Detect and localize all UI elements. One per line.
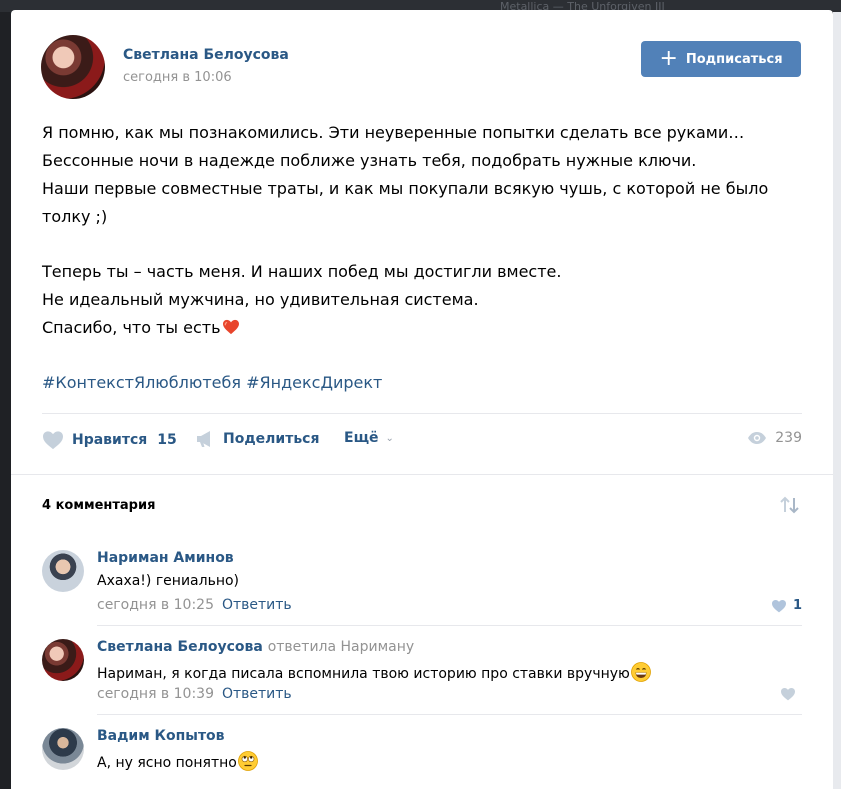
sort-order-icon[interactable]: [779, 495, 801, 515]
comment-item: Нариман Аминов Ахаха!) гениально) сегодн…: [42, 550, 802, 625]
post-modal: Светлана Белоусова сегодня в 10:06 + Под…: [11, 10, 833, 789]
more-label: Ещё: [344, 430, 379, 446]
comment-author[interactable]: Вадим Копытов: [97, 728, 225, 744]
comment-time[interactable]: сегодня в 10:25: [97, 597, 214, 613]
hashtags: #КонтекстЯлюблютебя #ЯндексДирект: [42, 373, 382, 392]
post-line: Наши первые совместные траты, и как мы п…: [42, 179, 769, 198]
like-button[interactable]: Нравится 15: [42, 430, 177, 450]
comment-text: Нариман, я когда писала вспомнила твою и…: [97, 666, 630, 682]
eye-icon: [748, 432, 767, 444]
comment-item: Светлана Белоусова ответила Нариману Нар…: [42, 639, 802, 714]
post-author-name[interactable]: Светлана Белоусова: [123, 47, 289, 63]
comment-text-line: А, ну ясно понятно: [97, 751, 258, 771]
heart-icon: [771, 599, 786, 612]
post-line-last: Спасибо, что ты есть: [42, 314, 812, 342]
heart-icon: [781, 687, 795, 701]
comment-author-line: Светлана Белоусова ответила Нариману: [97, 639, 414, 655]
share-label: Поделиться: [223, 431, 320, 447]
post-actions: Нравится 15 Поделиться Ещё ⌄ 239: [42, 430, 802, 458]
comment-item: Вадим Копытов А, ну ясно понятно: [42, 728, 802, 788]
post-line-text: Спасибо, что ты есть: [42, 318, 221, 337]
megaphone-icon: [197, 431, 210, 447]
comment-avatar[interactable]: [42, 550, 84, 592]
subscribe-button[interactable]: + Подписаться: [641, 41, 801, 77]
divider: [97, 714, 802, 715]
hashtag-link[interactable]: #КонтекстЯлюблютебя: [42, 373, 241, 392]
post-line: Теперь ты – часть меня. И наших побед мы…: [42, 262, 562, 281]
like-count: 15: [157, 432, 177, 448]
divider: [42, 413, 802, 414]
like-label: Нравится: [72, 432, 148, 448]
divider: [97, 625, 802, 626]
post-text: Я помню, как мы познакомились. Эти неуве…: [42, 119, 812, 342]
comment-meta: сегодня в 10:39 Ответить: [97, 686, 292, 702]
chevron-down-icon: ⌄: [385, 432, 394, 444]
share-button[interactable]: Поделиться: [195, 430, 319, 448]
comment-author[interactable]: Светлана Белоусова: [97, 639, 263, 655]
comment-text: Ахаха!) гениально): [97, 573, 240, 589]
post-time[interactable]: сегодня в 10:06: [123, 70, 232, 85]
grinning-emoji-icon: [630, 662, 651, 682]
heart-emoji-icon: [222, 319, 239, 335]
comment-time[interactable]: сегодня в 10:39: [97, 686, 214, 702]
views-counter: 239: [747, 430, 802, 446]
comment-meta: сегодня в 10:25 Ответить: [97, 597, 292, 613]
reply-button[interactable]: Ответить: [222, 686, 292, 702]
comment-like-count: 1: [792, 598, 802, 613]
comment-avatar[interactable]: [42, 639, 84, 681]
reply-to[interactable]: ответила Нариману: [268, 639, 415, 655]
comment-text: А, ну ясно понятно: [97, 755, 237, 771]
rolling-eyes-emoji-icon: [237, 751, 258, 771]
more-button[interactable]: Ещё ⌄: [344, 430, 394, 446]
views-count: 239: [775, 430, 802, 446]
post-line: Бессонные ночи в надежде поближе узнать …: [42, 151, 697, 170]
background-right-panel: [833, 12, 841, 789]
post-line: толку ;): [42, 207, 108, 226]
hashtag-link[interactable]: #ЯндексДирект: [246, 373, 382, 392]
divider: [11, 474, 833, 475]
comment-text-line: Нариман, я когда писала вспомнила твою и…: [97, 662, 651, 682]
post-line: Не идеальный мужчина, но удивительная си…: [42, 290, 479, 309]
post-author-avatar[interactable]: [41, 35, 105, 99]
comment-avatar[interactable]: [42, 728, 84, 770]
reply-button[interactable]: Ответить: [222, 597, 292, 613]
comment-like-button[interactable]: 1: [771, 598, 802, 613]
comments-count: 4 комментария: [42, 498, 156, 513]
post-line: Я помню, как мы познакомились. Эти неуве…: [42, 123, 745, 142]
comment-author[interactable]: Нариман Аминов: [97, 550, 234, 566]
heart-icon: [43, 431, 63, 450]
plus-icon: +: [659, 46, 678, 71]
comment-like-button[interactable]: [780, 687, 802, 701]
subscribe-label: Подписаться: [685, 51, 783, 67]
